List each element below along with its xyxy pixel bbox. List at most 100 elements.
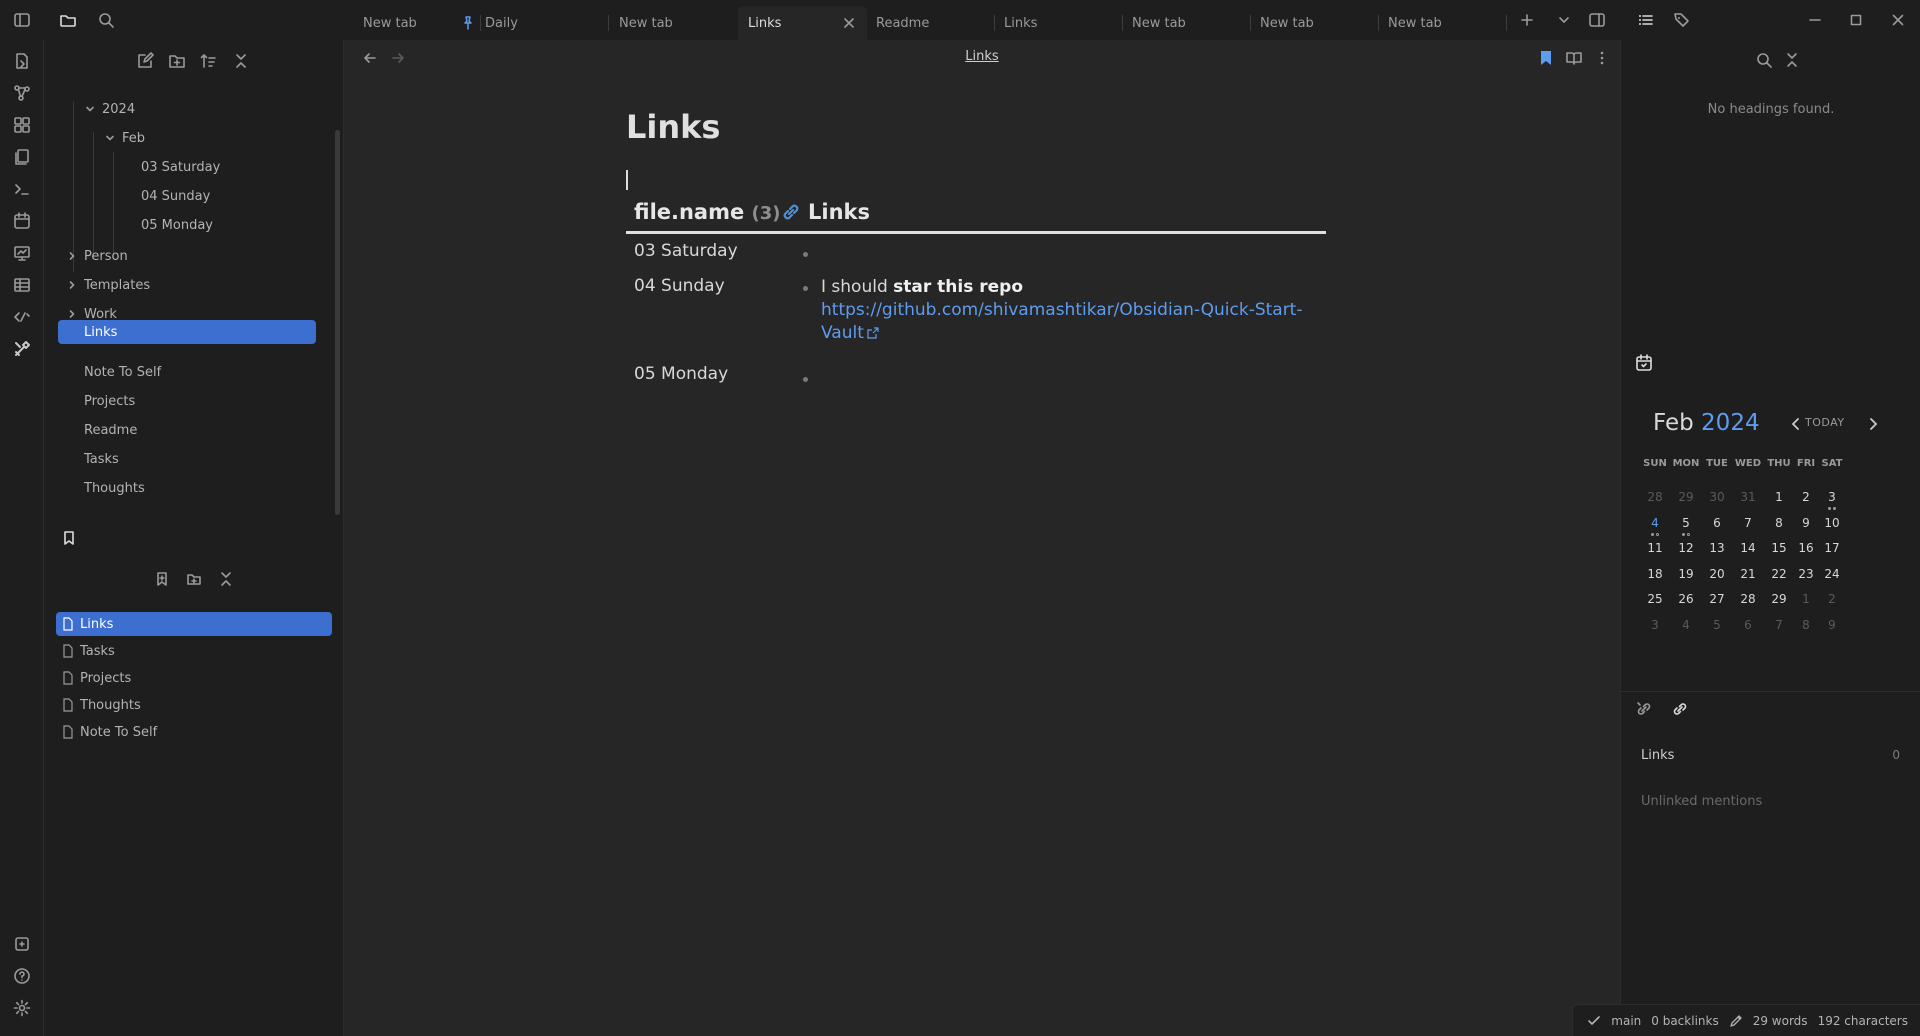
maximize-icon[interactable] xyxy=(1846,10,1866,30)
tree-file-tasks[interactable]: Tasks xyxy=(84,447,119,471)
collapse-all-icon[interactable] xyxy=(1781,49,1803,71)
sidebar-toggle-icon[interactable] xyxy=(12,10,32,30)
calendar-day[interactable]: 2 xyxy=(1814,592,1850,606)
settings-gear-icon[interactable] xyxy=(11,997,33,1019)
file-tree-scrollbar[interactable] xyxy=(335,130,340,515)
tree-file-05-monday[interactable]: 05 Monday xyxy=(141,213,213,237)
calendar-day[interactable]: 24 xyxy=(1814,567,1850,581)
close-icon[interactable] xyxy=(841,15,857,31)
tab-links-active[interactable]: Links xyxy=(738,6,867,40)
tab-readme[interactable]: Readme xyxy=(866,6,995,40)
slides-icon[interactable] xyxy=(11,242,33,264)
column-header-links[interactable]: Links xyxy=(780,200,870,224)
tree-file-03-saturday[interactable]: 03 Saturday xyxy=(141,155,220,179)
new-note-icon[interactable] xyxy=(134,50,156,72)
tab-new-2[interactable]: New tab xyxy=(609,6,738,40)
left-sidebar: 2024 Feb 03 Saturday 04 Sunday 05 Monday… xyxy=(44,40,344,1036)
tree-file-note-to-self[interactable]: Note To Self xyxy=(84,360,161,384)
bookmark-item-projects[interactable]: Projects xyxy=(56,666,332,690)
tree-file-projects[interactable]: Projects xyxy=(84,389,135,413)
table-icon[interactable] xyxy=(11,274,33,296)
calendar-day[interactable]: 17 xyxy=(1814,541,1850,555)
new-folder-icon[interactable] xyxy=(166,50,188,72)
bookmark-icon[interactable] xyxy=(58,527,80,549)
tree-file-thoughts[interactable]: Thoughts xyxy=(84,476,145,500)
tree-folder-feb[interactable]: Feb xyxy=(104,126,145,150)
git-branch[interactable]: main xyxy=(1611,1014,1641,1028)
file-link[interactable]: 05 Monday xyxy=(634,364,728,384)
tags-icon[interactable] xyxy=(1672,10,1692,30)
bookmark-item-tasks[interactable]: Tasks xyxy=(56,639,332,663)
tab-new-4[interactable]: New tab xyxy=(1250,6,1379,40)
templates-icon[interactable] xyxy=(11,146,33,168)
calendar-next-chevron-icon[interactable] xyxy=(1862,413,1884,435)
tab-new-3[interactable]: New tab xyxy=(1122,6,1251,40)
search-icon[interactable] xyxy=(96,10,116,30)
add-bookmark-icon[interactable] xyxy=(151,568,173,590)
tree-item-label: Projects xyxy=(84,393,136,409)
calendar-day[interactable]: 3 xyxy=(1814,490,1850,510)
tab-links[interactable]: Links xyxy=(994,6,1123,40)
quick-switcher-icon[interactable] xyxy=(11,50,33,72)
collapse-all-icon[interactable] xyxy=(230,50,252,72)
search-icon[interactable] xyxy=(1753,49,1775,71)
calendar-today-button[interactable]: TODAY xyxy=(1805,416,1845,429)
bookmark-item-note-to-self[interactable]: Note To Self xyxy=(56,720,332,744)
reading-view-icon[interactable] xyxy=(1564,48,1584,68)
help-icon[interactable] xyxy=(11,965,33,987)
tree-file-04-sunday[interactable]: 04 Sunday xyxy=(141,184,210,208)
file-link[interactable]: 04 Sunday xyxy=(634,276,725,296)
terminal-icon[interactable] xyxy=(11,178,33,200)
tree-file-readme[interactable]: Readme xyxy=(84,418,137,442)
calendar-view-icon[interactable] xyxy=(1633,352,1655,374)
tree-item-label: Readme xyxy=(84,422,138,438)
note-title[interactable]: Links xyxy=(626,108,720,146)
list-bullet xyxy=(803,286,808,291)
external-link[interactable]: https://github.com/shivamashtikar/Obsidi… xyxy=(821,300,1303,343)
new-tab-plus-icon[interactable] xyxy=(1517,10,1537,30)
tree-folder-templates[interactable]: Templates xyxy=(66,273,150,297)
tools-icon[interactable] xyxy=(11,338,33,360)
bookmark-item-thoughts[interactable]: Thoughts xyxy=(56,693,332,717)
bookmark-filled-icon[interactable] xyxy=(1536,48,1556,68)
backlinks-link-icon[interactable] xyxy=(1669,698,1691,720)
tab-list-chevron-icon[interactable] xyxy=(1554,10,1574,30)
sort-icon[interactable] xyxy=(198,50,220,72)
calendar-icon[interactable] xyxy=(11,210,33,232)
column-header-file-name[interactable]: file.name (3) xyxy=(634,200,781,224)
bookmark-item-links[interactable]: Links xyxy=(56,612,332,636)
unlinked-mentions[interactable]: Unlinked mentions xyxy=(1641,794,1762,809)
more-options-icon[interactable] xyxy=(1592,48,1612,68)
backlinks-status[interactable]: 0 backlinks xyxy=(1651,1014,1718,1028)
row-count: (3) xyxy=(751,203,781,224)
vault-switcher-icon[interactable] xyxy=(11,933,33,955)
tree-file-links[interactable]: Links xyxy=(58,320,316,344)
graph-view-icon[interactable] xyxy=(11,82,33,104)
right-sidebar-toggle-icon[interactable] xyxy=(1587,10,1607,30)
minimize-icon[interactable] xyxy=(1805,10,1825,30)
backlinks-title[interactable]: Links xyxy=(1641,748,1674,763)
calendar-prev-chevron-icon[interactable] xyxy=(1785,413,1807,435)
character-count: 192 characters xyxy=(1817,1013,1908,1028)
new-bookmark-group-icon[interactable] xyxy=(183,568,205,590)
unlink-icon[interactable] xyxy=(1633,698,1655,720)
tab-new-5[interactable]: New tab xyxy=(1378,6,1507,40)
pencil-icon[interactable] xyxy=(1729,1014,1743,1028)
view-title[interactable]: Links xyxy=(344,49,1620,64)
text-cursor xyxy=(626,170,628,190)
outline-list-icon[interactable] xyxy=(1636,10,1656,30)
tree-item-label: Templates xyxy=(84,277,151,293)
close-window-icon[interactable] xyxy=(1888,10,1908,30)
tab-daily[interactable]: Daily xyxy=(451,6,609,40)
canvas-icon[interactable] xyxy=(11,114,33,136)
file-link[interactable]: 03 Saturday xyxy=(634,241,738,261)
tree-folder-person[interactable]: Person xyxy=(66,244,128,268)
calendar-day[interactable]: 10 xyxy=(1814,516,1850,530)
bookmark-label: Projects xyxy=(80,670,132,686)
folder-icon[interactable] xyxy=(58,10,78,30)
tree-folder-2024[interactable]: 2024 xyxy=(84,97,135,121)
tab-label: Links xyxy=(748,15,782,31)
collapse-bookmarks-icon[interactable] xyxy=(215,568,237,590)
calendar-day[interactable]: 9 xyxy=(1814,618,1850,632)
code-template-icon[interactable] xyxy=(11,306,33,328)
